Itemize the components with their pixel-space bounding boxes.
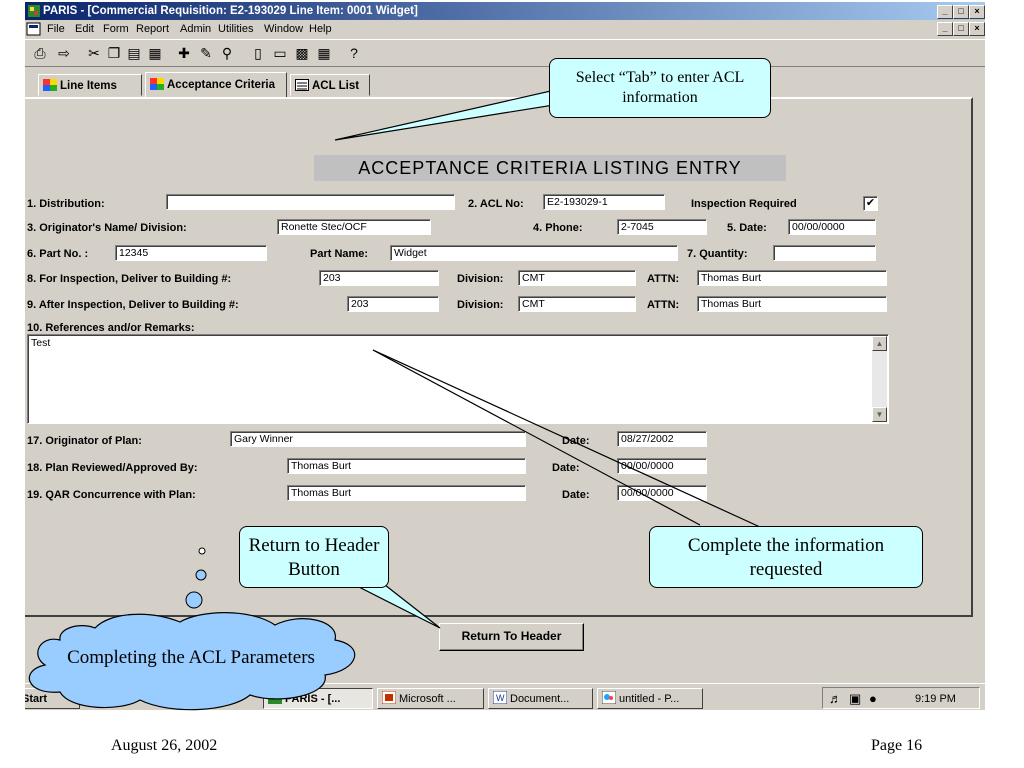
complete-callout-text: Complete the information requested <box>687 535 885 580</box>
footer-date: August 26, 2002 <box>111 737 218 754</box>
cloud-callout-text: Completing the ACL Parameters <box>67 647 315 668</box>
tab-callout: Select “Tab” to enter ACL information <box>549 58 771 118</box>
footer-page: Page 16 <box>871 737 923 754</box>
thought-bubble-medium <box>195 569 207 581</box>
complete-callout: Complete the information requested <box>649 526 923 588</box>
tab-callout-pointer <box>334 89 586 141</box>
complete-callout-pointer-line1 <box>372 349 701 526</box>
cloud-callout: Completing the ACL Parameters <box>60 646 322 670</box>
complete-callout-pointer-line2 <box>372 349 761 528</box>
tab-callout-text: Select “Tab” to enter ACL information <box>575 69 745 106</box>
cloud-callout-shape <box>28 547 356 711</box>
thought-bubble-small <box>198 547 206 555</box>
thought-bubble-large <box>185 591 203 609</box>
